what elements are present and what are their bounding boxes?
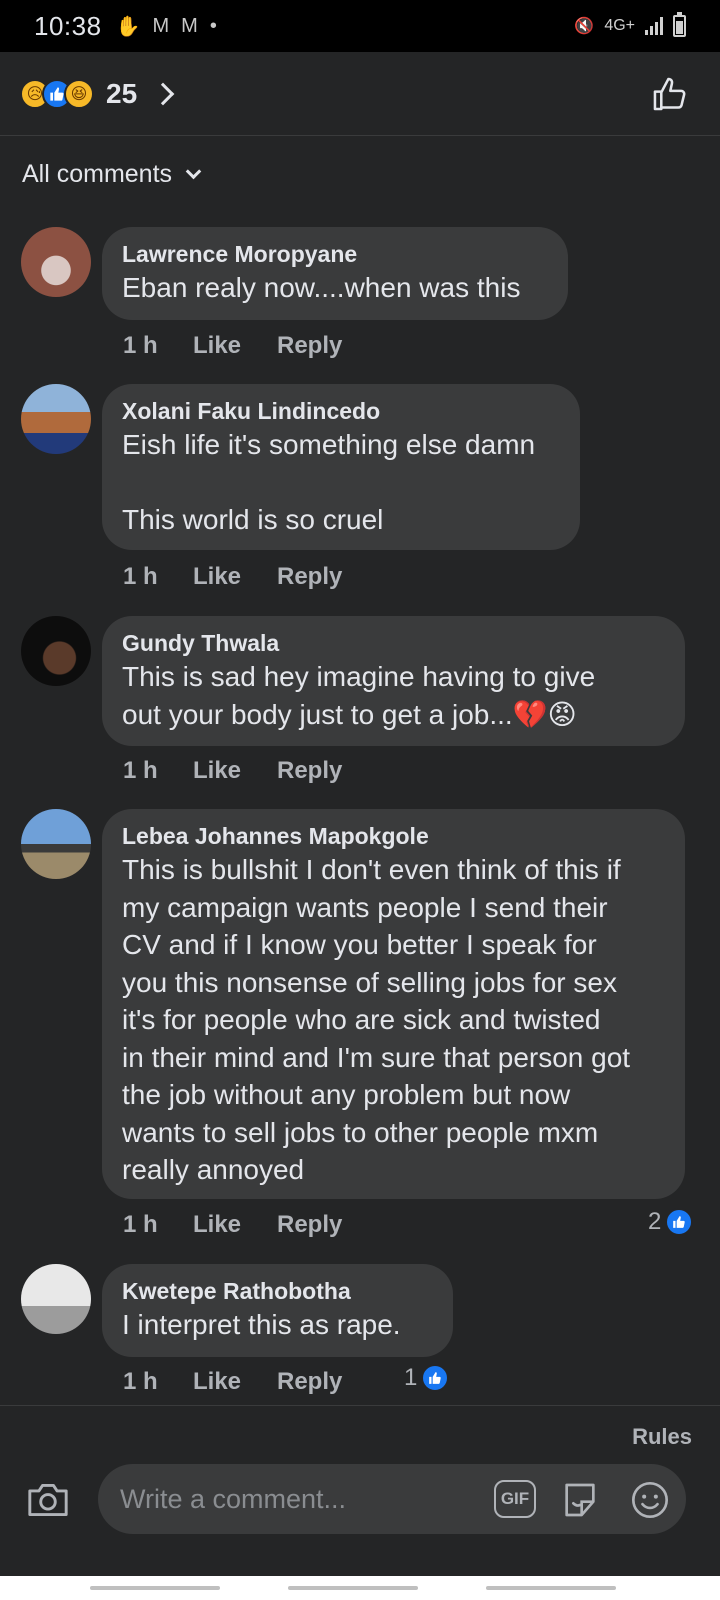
comment-composer-bar: Rules GIF [0, 1405, 720, 1600]
comment-text: Eban realy now....when was this [122, 272, 521, 303]
comment-bubble: Kwetepe Rathobotha I interpret this as r… [102, 1264, 453, 1357]
comment-bubble: Gundy Thwala This is sad hey imagine hav… [102, 616, 685, 746]
like-button[interactable]: Like [193, 332, 277, 360]
avatar[interactable] [21, 1264, 91, 1334]
battery-icon [673, 12, 686, 37]
status-bar: 10:38 ✋ M M • 🔇 4G+ [0, 0, 720, 52]
like-count: 1 [404, 1364, 418, 1391]
comment-actions: 1 h Like Reply [123, 1368, 342, 1396]
comment-time: 1 h [123, 757, 158, 784]
reply-button[interactable]: Reply [277, 332, 342, 360]
notification-icon: ✋ [115, 15, 141, 38]
comment-time: 1 h [123, 1211, 158, 1238]
comment-text: I interpret this as rape. [122, 1309, 401, 1340]
gmail-icon: M [181, 14, 198, 37]
comment-author[interactable]: Gundy Thwala [122, 628, 665, 658]
comment-author[interactable]: Kwetepe Rathobotha [122, 1276, 433, 1306]
comment-bubble: Xolani Faku Lindincedo Eish life it's so… [102, 384, 580, 550]
reply-button[interactable]: Reply [277, 757, 342, 785]
comment-bubble: Lebea Johannes Mapokgole This is bullshi… [102, 809, 685, 1199]
comment-time: 1 h [123, 563, 158, 590]
avatar[interactable] [21, 616, 91, 686]
like-button[interactable]: Like [193, 757, 277, 785]
comment-input[interactable] [120, 1483, 480, 1515]
comment-text: This is bullshit I don't even think of t… [122, 854, 631, 1185]
haha-reaction-icon: 😆 [64, 78, 94, 109]
like-button[interactable]: Like [193, 1211, 277, 1239]
comment-time: 1 h [123, 332, 158, 359]
comment-author[interactable]: Xolani Faku Lindincedo [122, 396, 560, 426]
comment-like-count[interactable]: 2 [648, 1208, 694, 1236]
status-time: 10:38 [34, 10, 102, 41]
like-count: 2 [648, 1208, 662, 1235]
reply-button[interactable]: Reply [277, 1368, 342, 1396]
dot-icon: • [209, 14, 217, 37]
signal-icon [645, 17, 663, 35]
emoji-icon[interactable] [630, 1480, 670, 1520]
gmail-icon: M [152, 14, 170, 37]
mute-icon: 🔇 [574, 18, 595, 35]
gif-button[interactable]: GIF [494, 1480, 536, 1518]
network-label: 4G+ [604, 17, 635, 34]
comment-like-count[interactable]: 1 [404, 1364, 450, 1392]
comment-author[interactable]: Lebea Johannes Mapokgole [122, 821, 665, 851]
comment-author[interactable]: Lawrence Moropyane [122, 239, 548, 269]
comment-input-wrapper: GIF [98, 1464, 686, 1534]
avatar[interactable] [21, 809, 91, 879]
comment-sort-dropdown[interactable]: All comments [22, 160, 202, 189]
like-badge-icon [665, 1208, 694, 1236]
comment-actions: 1 h Like Reply [123, 563, 342, 591]
thumbs-up-icon [653, 77, 686, 110]
comment-text: Eish life it's something else damn This … [122, 429, 536, 535]
reply-button[interactable]: Reply [277, 1211, 342, 1239]
like-post-button[interactable] [650, 74, 690, 114]
sort-label: All comments [22, 160, 173, 188]
comment-actions: 1 h Like Reply [123, 757, 342, 785]
like-button[interactable]: Like [193, 563, 277, 591]
comment-time: 1 h [123, 1368, 158, 1395]
chevron-down-icon [185, 163, 202, 180]
comment-actions: 1 h Like Reply [123, 332, 342, 360]
reply-button[interactable]: Reply [277, 563, 342, 591]
emoji-reactions: 💔😡 [512, 698, 577, 730]
avatar[interactable] [21, 227, 91, 297]
system-navigation-bar [0, 1576, 720, 1600]
camera-icon[interactable] [26, 1480, 70, 1524]
rules-link[interactable]: Rules [632, 1424, 692, 1450]
reaction-count: 25 [106, 77, 138, 109]
like-badge-icon [421, 1364, 450, 1392]
comment-actions: 1 h Like Reply [123, 1211, 342, 1239]
reactions-summary[interactable]: 😥 😆 25 [20, 77, 175, 110]
like-button[interactable]: Like [193, 1368, 277, 1396]
avatar[interactable] [21, 384, 91, 454]
comment-text-wrap: This is sad hey imagine having to give o… [122, 658, 665, 733]
recents-nav-button[interactable] [90, 1586, 220, 1590]
reactions-header: 😥 😆 25 [0, 52, 720, 136]
sticker-icon[interactable] [560, 1480, 600, 1520]
home-nav-button[interactable] [288, 1586, 418, 1590]
comment-bubble: Lawrence Moropyane Eban realy now....whe… [102, 227, 568, 320]
back-nav-button[interactable] [486, 1586, 616, 1590]
chevron-right-icon[interactable] [151, 82, 175, 105]
